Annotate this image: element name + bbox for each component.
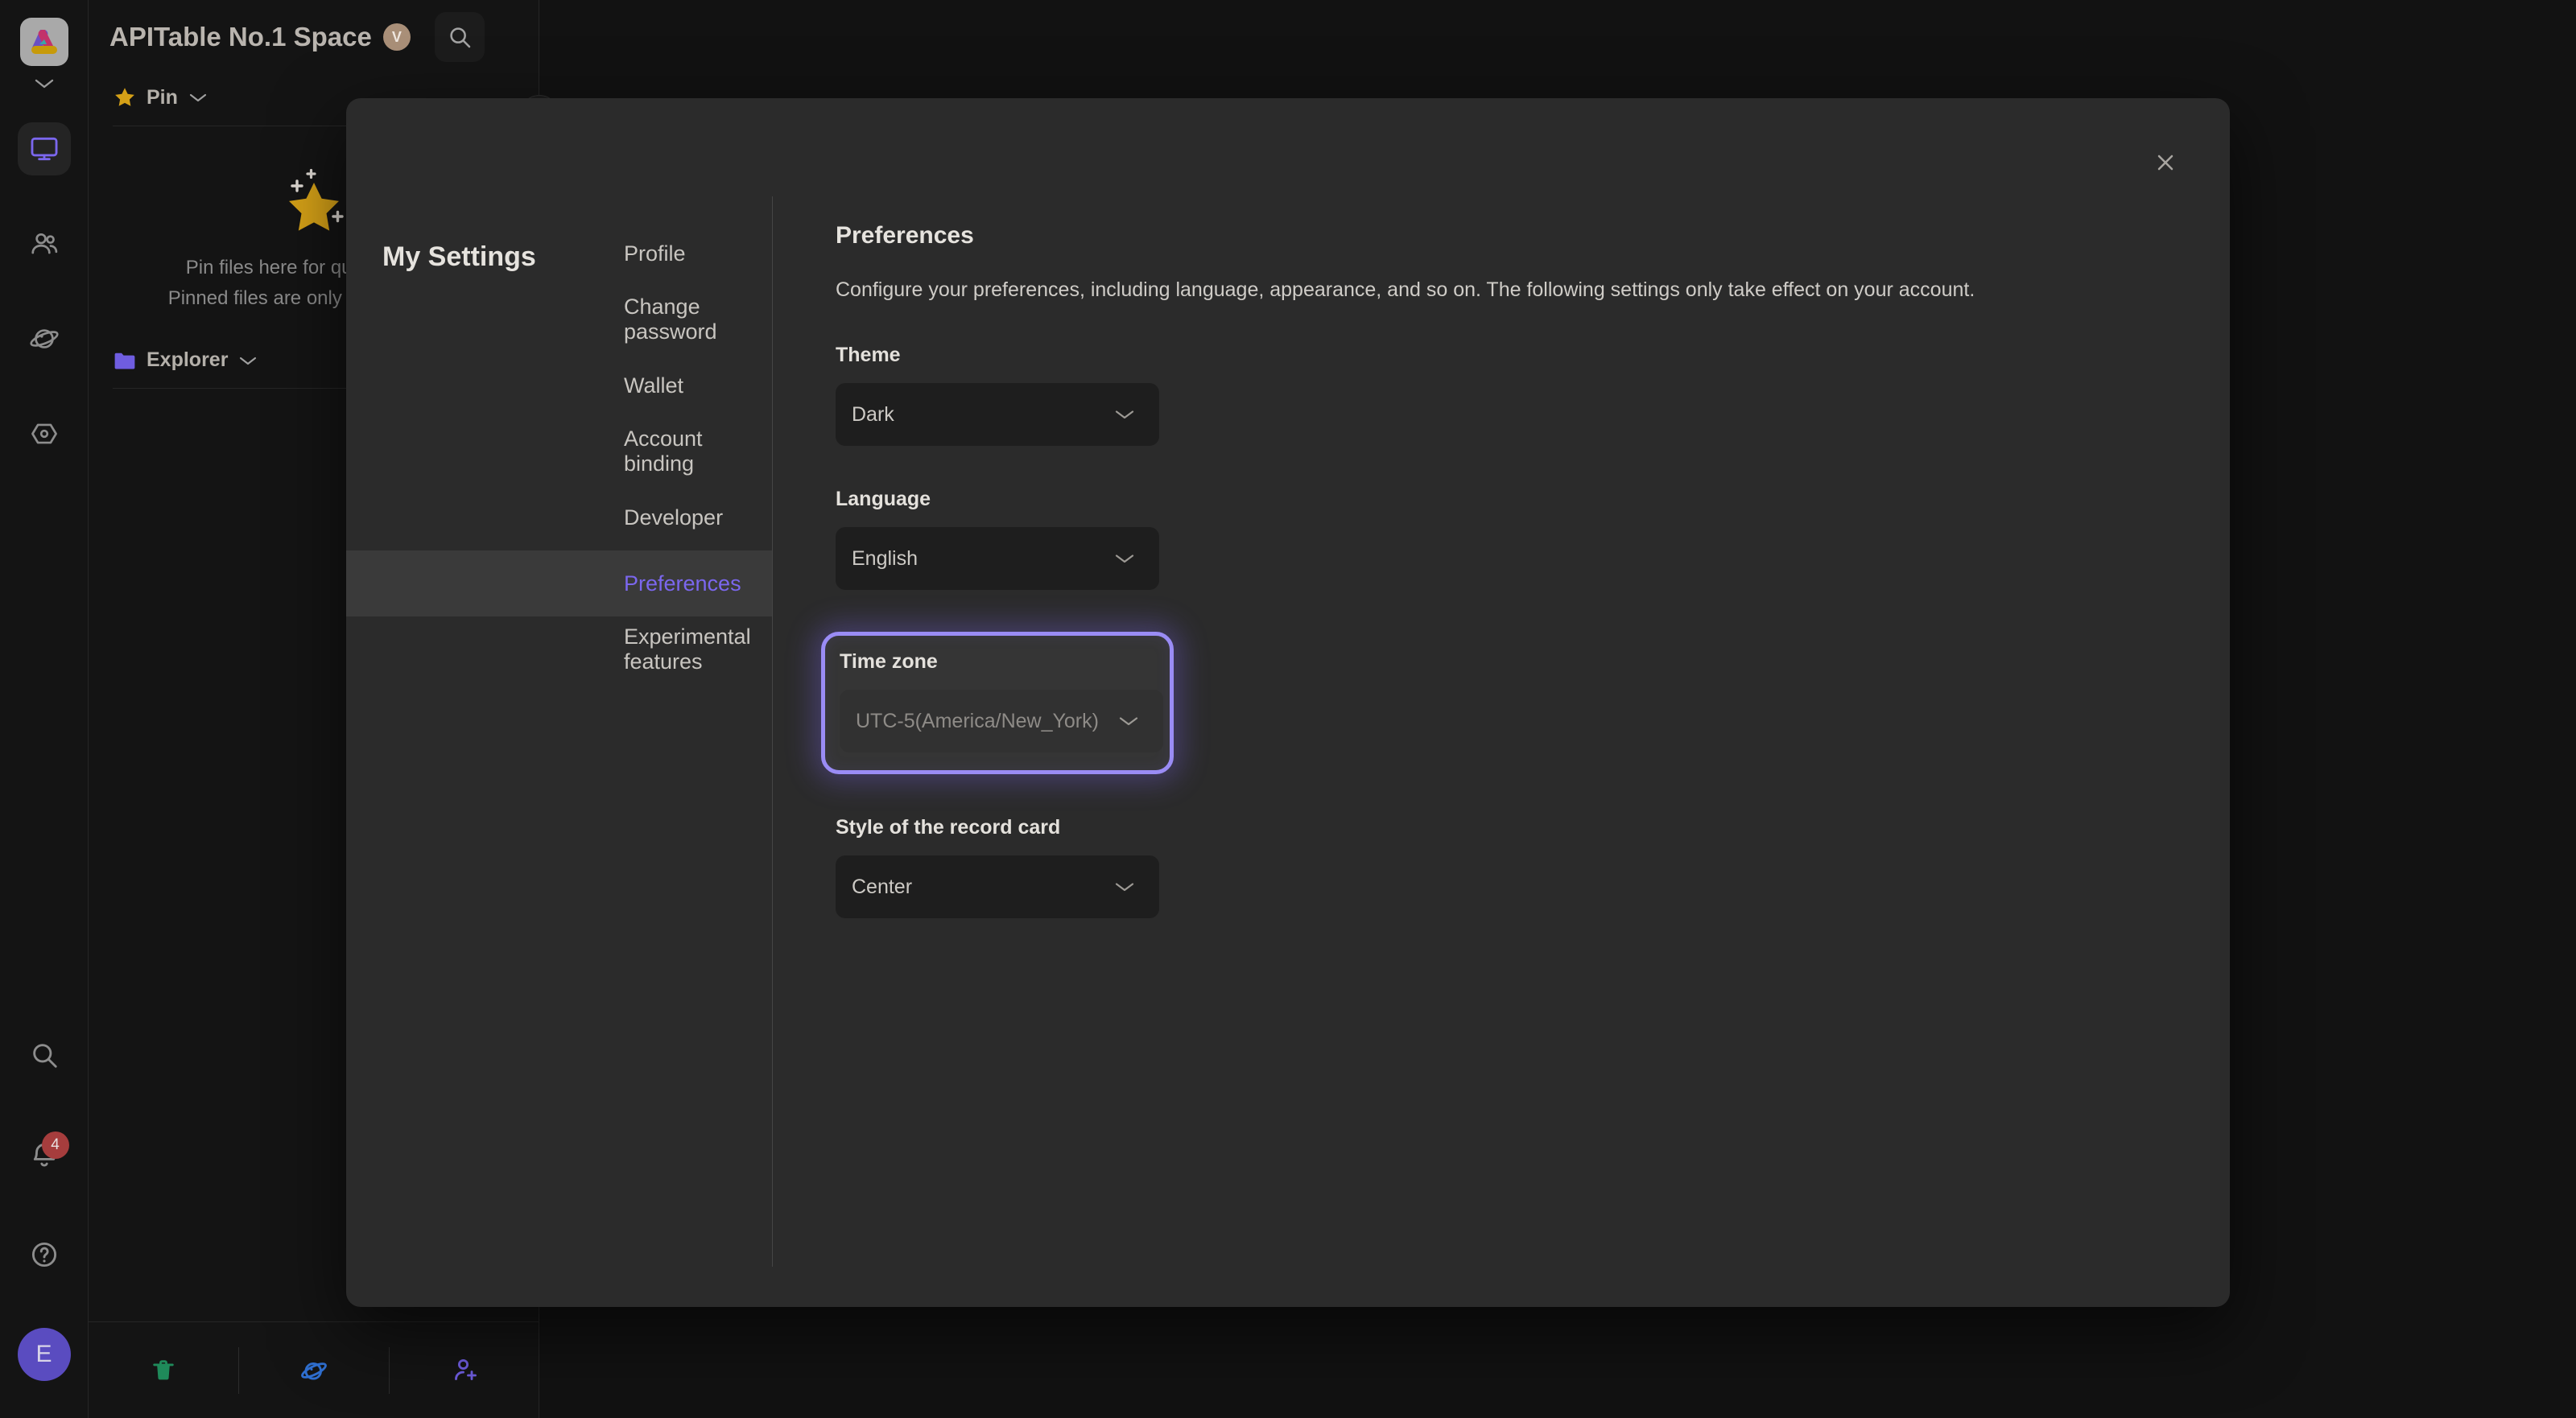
field-label: Time zone	[840, 650, 938, 673]
nav-label: Profile	[624, 241, 686, 266]
search-icon	[29, 1040, 60, 1070]
panel-header: APITable No.1 Space V	[89, 0, 539, 74]
settings-nav-item-developer[interactable]: Developer	[346, 484, 773, 550]
trash-icon	[150, 1357, 177, 1384]
nav-label: Account binding	[624, 427, 703, 476]
star-icon	[113, 85, 137, 109]
language-select-value: English	[852, 546, 918, 570]
left-icon-rail: 4 E	[0, 0, 89, 1418]
people-icon	[29, 229, 60, 259]
notification-count-badge: 4	[41, 1132, 69, 1159]
nav-label: Developer	[624, 505, 724, 530]
invite-member-button[interactable]	[390, 1345, 539, 1396]
sidebar-item-notifications[interactable]: 4	[18, 1128, 71, 1181]
preferences-panel: Preferences Configure your preferences, …	[773, 196, 2230, 1307]
sidebar-item-space[interactable]	[18, 312, 71, 365]
field-time-zone: Time zone UTC-5(America/New_York)	[821, 632, 1174, 774]
sidebar-item-help[interactable]	[18, 1228, 71, 1281]
preferences-title: Preferences	[836, 222, 974, 249]
sidebar-item-search[interactable]	[18, 1028, 71, 1082]
workspace-switcher-chevron-icon[interactable]	[33, 77, 56, 90]
modal-body: Profile Change password Wallet Account b…	[346, 196, 2230, 1307]
search-icon	[447, 24, 473, 50]
field-language: Language English	[836, 488, 2230, 590]
field-label: Theme	[836, 344, 901, 366]
field-theme: Theme Dark	[836, 344, 2230, 446]
nav-label: Preferences	[624, 571, 741, 596]
record-card-style-select-value: Center	[852, 875, 913, 898]
close-button[interactable]	[2143, 140, 2188, 185]
settings-nav: Profile Change password Wallet Account b…	[346, 196, 773, 1307]
rail-primary-nav	[17, 122, 71, 460]
apitable-logo-icon[interactable]	[19, 18, 68, 66]
rail-secondary-nav: 4 E	[17, 1028, 71, 1381]
time-zone-select[interactable]: UTC-5(America/New_York)	[840, 690, 1163, 752]
settings-nav-item-wallet[interactable]: Wallet	[346, 352, 773, 418]
monitor-icon	[29, 134, 60, 164]
chevron-down-icon	[188, 91, 208, 104]
space-badge: V	[382, 23, 411, 51]
chevron-down-icon	[1113, 551, 1137, 566]
sidebar-item-members[interactable]	[18, 217, 71, 270]
field-label: Style of the record card	[836, 816, 1061, 839]
page-title: APITable No.1 Space	[109, 22, 372, 52]
folder-icon	[113, 350, 137, 371]
settings-nav-item-profile[interactable]: Profile	[346, 221, 773, 286]
nav-label: Experimental features	[624, 624, 751, 674]
explorer-section-label: Explorer	[147, 348, 229, 371]
language-select[interactable]: English	[836, 527, 1159, 590]
preferences-description: Configure your preferences, including la…	[836, 278, 1975, 301]
sidebar-item-workbench[interactable]	[17, 122, 71, 175]
theme-select[interactable]: Dark	[836, 383, 1159, 446]
settings-nav-item-change-password[interactable]: Change password	[346, 286, 773, 352]
sidebar-item-automation[interactable]	[18, 407, 71, 460]
record-card-style-select[interactable]: Center	[836, 855, 1159, 918]
theme-select-value: Dark	[852, 402, 894, 426]
chevron-down-icon	[1113, 407, 1137, 422]
field-record-card-style: Style of the record card Center	[836, 816, 2230, 918]
panel-footer-toolbar	[89, 1321, 539, 1418]
settings-nav-item-experimental-features[interactable]: Experimental features	[346, 616, 773, 682]
planet-icon	[299, 1356, 328, 1385]
field-label: Language	[836, 488, 931, 510]
avatar[interactable]: E	[17, 1328, 71, 1381]
chevron-down-icon	[1117, 714, 1141, 728]
app-root: 4 E APITable No.1 Space V Pin Pin files …	[0, 0, 2576, 1418]
hexagon-eye-icon	[29, 418, 60, 449]
settings-nav-item-account-binding[interactable]: Account binding	[346, 418, 773, 484]
pin-section-label: Pin	[147, 85, 178, 109]
avatar-initial: E	[35, 1341, 52, 1367]
planet-icon	[29, 324, 60, 354]
time-zone-select-value: UTC-5(America/New_York)	[856, 709, 1099, 732]
question-circle-icon	[29, 1239, 60, 1270]
nav-label: Wallet	[624, 373, 684, 398]
chevron-down-icon	[1113, 880, 1137, 894]
add-user-icon	[450, 1356, 479, 1385]
space-planet-button[interactable]	[239, 1345, 389, 1396]
close-icon	[2153, 150, 2178, 175]
settings-nav-item-preferences[interactable]: Preferences	[346, 550, 773, 616]
chevron-down-icon	[237, 354, 258, 367]
nav-label: Change password	[624, 295, 717, 344]
panel-search-button[interactable]	[434, 12, 485, 62]
trash-button[interactable]	[89, 1345, 238, 1396]
my-settings-modal: My Settings Profile Change password Wall…	[346, 98, 2230, 1307]
